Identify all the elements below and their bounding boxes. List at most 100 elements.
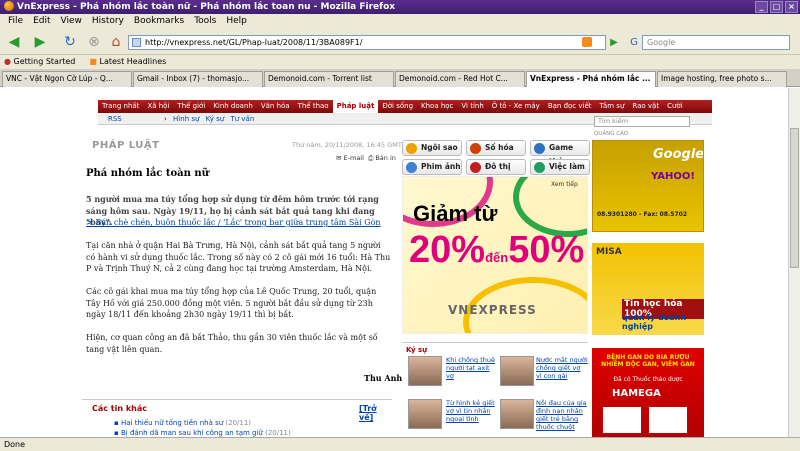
story-link[interactable]: Nỗi đau của gia đình nạn nhân giết trẻ b… xyxy=(536,399,588,431)
arrow-icon: > xyxy=(86,217,96,227)
menu-view[interactable]: View xyxy=(56,14,87,29)
nav-rao-vat[interactable]: Rao vặt xyxy=(628,100,663,113)
maximize-button[interactable]: □ xyxy=(770,1,783,13)
service-do-thi[interactable]: Đô thị xyxy=(466,159,526,175)
tab-vnc[interactable]: VNC - Vật Ngọn Cờ Lúp - Q... xyxy=(2,71,132,87)
tab-demonoid-1[interactable]: Demonoid.com - Torrent list xyxy=(264,71,394,87)
city-icon xyxy=(470,162,481,173)
nav-vi-tinh[interactable]: Vi tính xyxy=(457,100,487,113)
url-bar[interactable]: http://vnexpress.net/GL/Phap-luat/2008/1… xyxy=(128,35,606,50)
nav-tam-su[interactable]: Tâm sự xyxy=(596,100,629,113)
news-link[interactable]: Hai thiếu nữ tống tiền nhà sư xyxy=(121,419,223,427)
rss-icon: ■ xyxy=(89,57,100,66)
vertical-scrollbar[interactable] xyxy=(788,88,800,437)
url-text: http://vnexpress.net/GL/Phap-luat/2008/1… xyxy=(145,38,363,47)
tab-demonoid-2[interactable]: Demonoid.com - Red Hot C... xyxy=(395,71,525,87)
tab-vnexpress[interactable]: VnExpress - Phá nhóm lắc ... xyxy=(526,71,656,87)
service-so-hoa[interactable]: Số hóa xyxy=(466,140,526,156)
site-search-input[interactable]: Tìm kiếm xyxy=(594,116,690,127)
related-link-1[interactable]: Bán chè chén, buôn thuốc lắc xyxy=(96,218,216,227)
nav-ban-doc-viet[interactable]: Bạn đọc viết xyxy=(544,100,596,113)
window-controls: _ □ × xyxy=(755,1,798,13)
ad-brand: Google xyxy=(653,147,704,162)
service-label: Đô thị xyxy=(485,162,511,171)
menu-history[interactable]: History xyxy=(87,14,129,29)
stop-icon[interactable]: ⊗ xyxy=(84,32,104,52)
story-link[interactable]: Nước mắt người chồng giết vợ vì con gái xyxy=(536,356,588,380)
subnav-ky-su[interactable]: Ký sự xyxy=(206,115,225,123)
nav-the-thao[interactable]: Thể thao xyxy=(294,100,333,113)
menu-file[interactable]: File xyxy=(3,14,28,29)
story-link[interactable]: Khi chồng thuê người tạt axit vợ xyxy=(446,356,498,380)
search-engine-icon[interactable]: G xyxy=(624,32,644,52)
home-icon[interactable]: ⌂ xyxy=(106,32,126,52)
list-item[interactable]: ▪ Hai thiếu nữ tống tiền nhà sư (20/11) xyxy=(114,418,291,428)
go-button[interactable]: ▶ xyxy=(604,32,624,52)
rss-link[interactable]: RSS xyxy=(108,115,122,123)
subnav-tu-van[interactable]: Tư vấn xyxy=(230,115,254,123)
tab-gmail[interactable]: Gmail - Inbox (7) - thomasjo... xyxy=(133,71,263,87)
service-game-thu[interactable]: Game thủ xyxy=(530,140,590,166)
nav-van-hoa[interactable]: Văn hóa xyxy=(257,100,294,113)
ad-google-yahoo[interactable]: Google YAHOO! 08.9301280 - Fax: 08.5702 xyxy=(592,140,704,232)
promo-banner[interactable]: Xem tiếp Giảm từ 20%đến50% VNEXPRESS xyxy=(402,176,588,334)
email-link[interactable]: E-mail xyxy=(344,154,364,162)
nav-kinh-doanh[interactable]: Kinh doanh xyxy=(209,100,257,113)
ad-misa[interactable]: MISA Tin học hóa 100% quản lý doanh nghi… xyxy=(592,243,704,335)
bookmark-latest-headlines[interactable]: ■ Latest Headlines xyxy=(89,55,166,69)
nav-the-gioi[interactable]: Thế giới xyxy=(173,100,209,113)
reload-icon[interactable]: ↻ xyxy=(60,32,80,52)
site-top-nav: Trang nhất Xã hội Thế giới Kinh doanh Vă… xyxy=(98,100,712,113)
product-box xyxy=(602,406,642,434)
service-viec-lam[interactable]: Việc làm xyxy=(530,159,590,175)
bookmark-label: Getting Started xyxy=(13,57,76,66)
nav-cuoi[interactable]: Cười xyxy=(663,100,687,113)
back-link[interactable]: [Trở về] xyxy=(359,404,392,422)
search-input[interactable]: Google xyxy=(642,35,790,50)
menubar: File Edit View History Bookmarks Tools H… xyxy=(0,14,800,29)
star-icon xyxy=(406,143,417,154)
article-headline: Phá nhóm lắc toàn nữ xyxy=(86,168,209,179)
story-thumbnail[interactable] xyxy=(500,399,534,429)
related-link-2[interactable]: 'Lắc' trong bar giữa trung tâm Sài Gòn xyxy=(223,218,380,227)
nav-phap-luat[interactable]: Pháp luật xyxy=(332,100,379,113)
other-news-title: Các tin khác xyxy=(92,404,147,413)
service-ngoi-sao[interactable]: Ngôi sao xyxy=(402,140,462,156)
nav-trang-nhat[interactable]: Trang nhất xyxy=(98,100,143,113)
back-button[interactable]: ◀ xyxy=(4,32,24,52)
other-news: Các tin khác [Trở về] ▪ Hai thiếu nữ tốn… xyxy=(82,399,392,437)
story-thumbnail[interactable] xyxy=(408,356,442,386)
vnexpress-site: Trang nhất Xã hội Thế giới Kinh doanh Vă… xyxy=(82,96,712,437)
menu-tools[interactable]: Tools xyxy=(189,14,221,29)
menu-edit[interactable]: Edit xyxy=(28,14,55,29)
service-label: Phim ảnh xyxy=(421,162,461,171)
tab-image-hosting[interactable]: Image hosting, free photo s... xyxy=(657,71,787,87)
nav-khoa-hoc[interactable]: Khoa học xyxy=(417,100,457,113)
digital-icon xyxy=(470,143,481,154)
news-date: (20/11) xyxy=(225,419,252,427)
nav-xa-hoi[interactable]: Xã hội xyxy=(143,100,173,113)
nav-doi-song[interactable]: Đời sống xyxy=(378,100,417,113)
discount-to-label: đến xyxy=(485,250,509,265)
news-link[interactable]: Bị đánh dã man sau khi công an tạm giữ xyxy=(121,429,263,437)
story-thumbnail[interactable] xyxy=(500,356,534,386)
subnav-hinh-su[interactable]: Hình sự xyxy=(173,115,199,123)
ad-hamega[interactable]: BỆNH GAN DO BIA RƯỢU NHIỄM ĐỘC GAN, VIÊM… xyxy=(592,348,704,437)
print-link[interactable]: Bản in xyxy=(375,154,396,162)
minimize-button[interactable]: _ xyxy=(755,1,768,13)
story-thumbnail[interactable] xyxy=(408,399,442,429)
list-item[interactable]: ▪ Bị đánh dã man sau khi công an tạm giữ… xyxy=(114,428,291,437)
story-link[interactable]: Từ hình kẻ giết vợ vì tin nhắn ngoại tìn… xyxy=(446,399,498,423)
ad-more-link[interactable]: Xem tiếp xyxy=(551,181,578,188)
scrollbar-thumb[interactable] xyxy=(790,128,799,268)
menu-help[interactable]: Help xyxy=(221,14,252,29)
menu-bookmarks[interactable]: Bookmarks xyxy=(129,14,189,29)
ad-discount: 20%đến50% xyxy=(409,229,584,272)
close-button[interactable]: × xyxy=(785,1,798,13)
service-label: Việc làm xyxy=(549,162,585,171)
feed-icon[interactable] xyxy=(582,37,592,47)
service-phim-anh[interactable]: Phim ảnh xyxy=(402,159,462,175)
nav-oto-xemay[interactable]: Ô tô - Xe máy xyxy=(488,100,544,113)
bookmark-getting-started[interactable]: ● Getting Started xyxy=(4,55,75,69)
forward-button[interactable]: ▶ xyxy=(30,32,50,52)
